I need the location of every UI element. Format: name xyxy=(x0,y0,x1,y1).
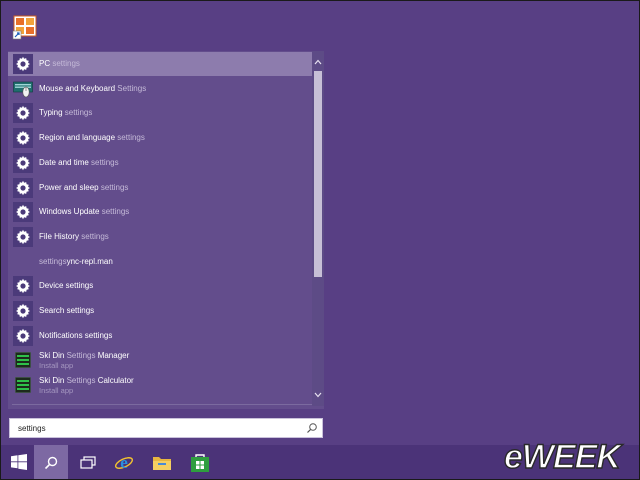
search-result-item[interactable]: Mouse and Keyboard Settings xyxy=(8,77,312,101)
result-match-term: Settings xyxy=(66,375,96,385)
gear-icon xyxy=(13,54,33,74)
result-title: Region and language xyxy=(39,133,116,143)
office-app-icon[interactable] xyxy=(12,14,38,40)
gear-icon xyxy=(13,202,33,223)
keyboard-mouse-icon xyxy=(13,79,33,99)
chevron-down-icon xyxy=(314,392,322,398)
result-title: Date and time xyxy=(39,157,89,167)
search-result-item[interactable]: Notifications settings xyxy=(8,324,312,348)
gear-icon xyxy=(13,177,33,198)
internet-explorer-button[interactable]: e xyxy=(110,449,138,477)
search-result-item[interactable]: Search settings xyxy=(8,299,312,323)
result-title: Typing xyxy=(39,108,63,118)
search-result-text: Typing settings xyxy=(39,108,92,118)
result-match-term: Settings xyxy=(115,83,147,93)
search-result-item[interactable]: PC settings xyxy=(8,52,312,76)
result-match-term: settings xyxy=(99,207,130,217)
search-result-text: Ski Din Settings Manager Install app xyxy=(39,351,129,370)
result-match-term: settings xyxy=(39,256,67,266)
panel-divider xyxy=(12,404,312,405)
result-title: Search settings xyxy=(39,306,95,315)
gear-icon xyxy=(13,301,33,321)
search-result-item[interactable]: Power and sleep settings xyxy=(8,176,312,200)
search-result-text: Region and language settings xyxy=(39,133,145,143)
search-input[interactable] xyxy=(18,421,298,435)
search-result-item[interactable]: Region and language settings xyxy=(8,126,312,150)
search-icon[interactable] xyxy=(306,422,318,434)
windows-start-icon xyxy=(11,454,27,470)
svg-text:eWEEK: eWEEK xyxy=(504,438,623,476)
result-title-suffix: Calculator xyxy=(95,375,134,385)
search-result-item[interactable]: Typing settings xyxy=(8,101,312,125)
result-title-suffix: Manager xyxy=(95,350,130,360)
app-tile-icon xyxy=(13,375,33,395)
svg-text:e: e xyxy=(120,453,128,472)
result-match-term: settings xyxy=(50,59,80,68)
results-scrollbar[interactable] xyxy=(312,51,324,406)
file-explorer-button[interactable] xyxy=(148,449,176,477)
search-box[interactable] xyxy=(9,418,323,438)
start-button[interactable] xyxy=(6,449,32,475)
result-match-term: settings xyxy=(88,157,119,167)
search-result-text: Power and sleep settings xyxy=(39,183,128,193)
search-icon xyxy=(44,456,58,469)
result-match-term: settings xyxy=(62,108,93,118)
result-match-term: settings xyxy=(79,231,109,241)
result-subtitle: Install app xyxy=(39,360,74,370)
search-result-item[interactable]: settingsync-repl.man xyxy=(8,250,312,274)
search-result-item[interactable]: Ski Din Settings Calculator Install app xyxy=(8,373,312,397)
file-explorer-icon xyxy=(153,457,171,470)
result-title: Device settings xyxy=(39,281,94,291)
internet-explorer-icon: e xyxy=(114,453,134,472)
gear-icon xyxy=(13,152,33,173)
gear-icon xyxy=(13,103,33,124)
gear-icon xyxy=(13,128,33,149)
search-result-text: File History settings xyxy=(39,232,109,242)
scrollbar-thumb[interactable] xyxy=(314,71,322,277)
search-result-item[interactable]: File History settings xyxy=(8,225,312,249)
search-result-item[interactable]: Device settings xyxy=(8,274,312,298)
blank-icon xyxy=(13,252,33,272)
search-result-item[interactable]: Ski Din Settings Manager Install app xyxy=(8,348,312,372)
result-title: Notifications settings xyxy=(39,330,113,340)
result-title: Mouse and Keyboard xyxy=(39,83,116,93)
gear-icon xyxy=(13,276,33,297)
task-view-icon xyxy=(80,456,96,469)
result-match-term: settings xyxy=(115,133,145,143)
store-button[interactable] xyxy=(186,449,214,477)
search-result-text: Windows Update settings xyxy=(39,207,129,217)
scroll-down-button[interactable] xyxy=(312,387,324,403)
search-result-text: Device settings xyxy=(39,281,93,291)
result-title: Ski Din xyxy=(39,375,67,385)
search-result-item[interactable]: Windows Update settings xyxy=(8,200,312,224)
search-result-item[interactable]: Date and time settings xyxy=(8,151,312,175)
result-match-term: settings xyxy=(98,182,129,192)
search-result-text: Search settings xyxy=(39,306,94,316)
eweek-watermark-logo: eWEEK xyxy=(500,432,634,476)
gear-icon xyxy=(13,226,33,247)
result-title: Ski Din xyxy=(39,350,67,360)
scroll-up-button[interactable] xyxy=(312,54,324,70)
store-icon xyxy=(191,454,209,472)
taskbar-search-button[interactable] xyxy=(34,445,68,480)
result-title: Power and sleep xyxy=(39,182,99,192)
search-results-list: PC settings Mouse and Keyboard Settings Ty… xyxy=(8,51,312,406)
search-result-text: Mouse and Keyboard Settings xyxy=(39,84,146,94)
search-result-text: Notifications settings xyxy=(39,331,112,341)
result-title: File History xyxy=(39,231,80,241)
result-title: PC xyxy=(39,59,51,68)
search-result-text: Date and time settings xyxy=(39,158,119,168)
result-subtitle: Install app xyxy=(39,385,74,395)
result-title: Windows Update xyxy=(39,207,100,217)
result-match-term: Settings xyxy=(66,350,96,360)
search-result-text: settingsync-repl.man xyxy=(39,257,113,267)
search-result-text: Ski Din Settings Calculator Install app xyxy=(39,376,134,395)
search-results-panel: PC settings Mouse and Keyboard Settings Ty… xyxy=(8,51,324,409)
task-view-button[interactable] xyxy=(74,449,102,477)
result-title-suffix: ync-repl.man xyxy=(66,256,113,266)
chevron-up-icon xyxy=(314,59,322,65)
gear-icon xyxy=(13,325,33,346)
search-result-text: PC settings xyxy=(39,59,80,69)
app-tile-icon xyxy=(13,350,33,370)
